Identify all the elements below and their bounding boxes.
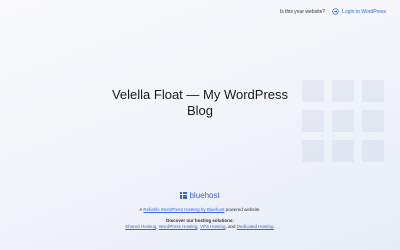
login-to-wordpress-link[interactable]: Login to WordPress <box>332 8 386 15</box>
vps-hosting-link[interactable]: VPS Hosting <box>200 224 226 229</box>
separator: , <box>197 224 199 230</box>
footer: bluehost A Reliable WordPress Hosting by… <box>0 190 400 235</box>
ownership-question: Is this your website? <box>279 8 326 15</box>
powered-suffix: powered website. <box>225 207 261 213</box>
brand-name: bluehost <box>189 191 220 201</box>
powered-by-line: A Reliable WordPress Hosting by Bluehost… <box>0 207 400 213</box>
top-bar: Is this your website? Login to WordPress <box>280 8 386 15</box>
discover-heading: Discover our hosting solutions: <box>166 217 234 223</box>
site-title: Velella Float — My WordPress Blog <box>111 87 289 118</box>
bluehost-logo: bluehost <box>180 191 220 201</box>
login-arrow-icon <box>332 8 339 15</box>
separator: , <box>225 224 227 230</box>
site-title-block: Velella Float — My WordPress Blog <box>0 87 400 119</box>
bluehost-grid-icon <box>180 192 188 200</box>
shared-hosting-link[interactable]: Shared Hosting <box>125 224 156 229</box>
wordpress-hosting-link[interactable]: WordPress Hosting <box>159 224 198 229</box>
dedicated-hosting-link[interactable]: Dedicated Hosting <box>237 224 274 229</box>
reliable-hosting-link[interactable]: Reliable WordPress Hosting by Bluehost <box>143 207 224 212</box>
hosting-links-line: Shared Hosting, WordPress Hosting, VPS H… <box>0 224 400 230</box>
period: . <box>273 224 275 230</box>
login-label: Login to WordPress <box>342 8 386 15</box>
powered-prefix: A <box>139 207 143 213</box>
and-text: and <box>228 224 236 230</box>
separator: , <box>156 224 158 230</box>
